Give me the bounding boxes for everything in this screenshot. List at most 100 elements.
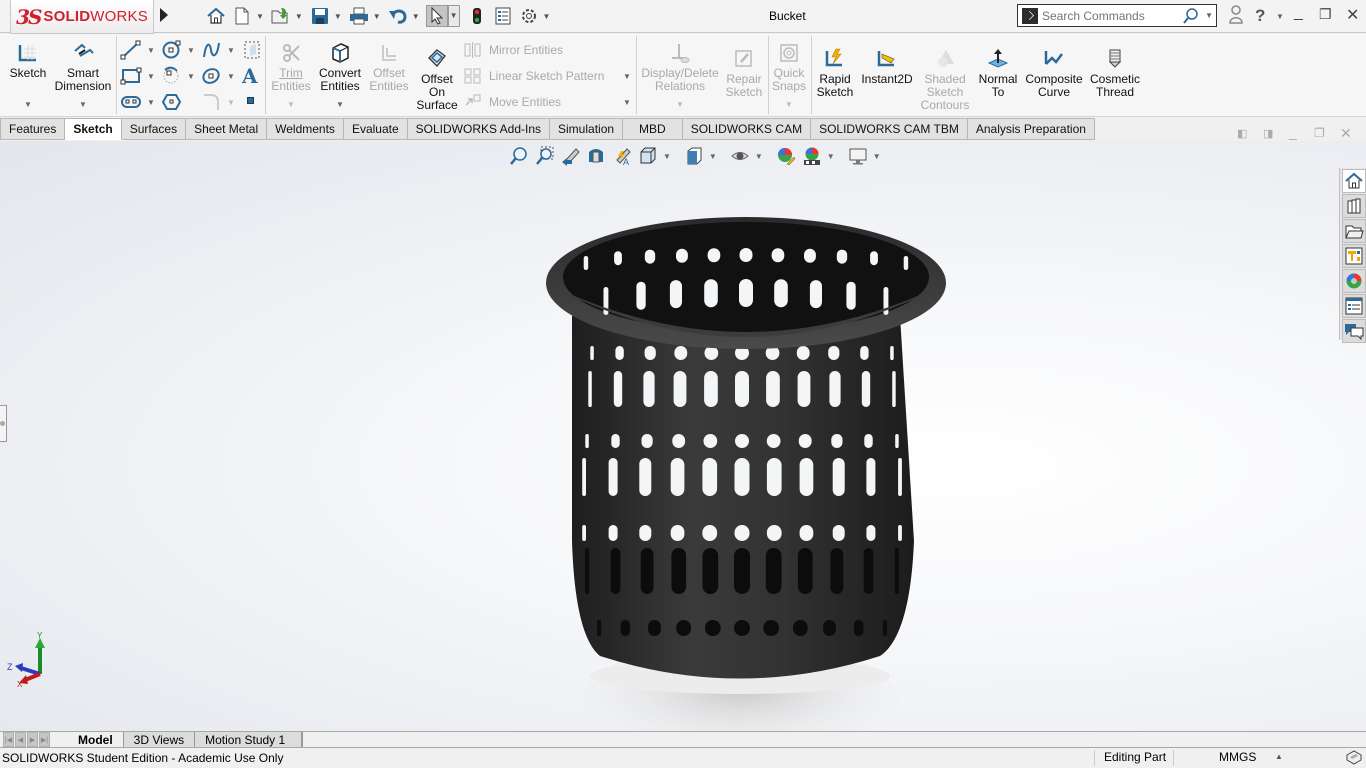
- options-dropdown-icon[interactable]: ▼: [543, 12, 551, 21]
- plane-icon[interactable]: [242, 40, 262, 63]
- arc-dropdown-icon[interactable]: ▼: [187, 72, 195, 81]
- spline-icon[interactable]: [201, 40, 223, 63]
- convert-entities-button[interactable]: Convert Entities ▼: [316, 42, 364, 111]
- save-dropdown-icon[interactable]: ▼: [334, 12, 342, 21]
- design-library-icon[interactable]: [1342, 194, 1366, 218]
- tab-sheet-metal[interactable]: Sheet Metal: [186, 118, 268, 140]
- unit-system-up-icon[interactable]: ▲: [1275, 752, 1283, 761]
- tab-surfaces[interactable]: Surfaces: [121, 118, 187, 140]
- tab-motion-study-1[interactable]: Motion Study 1: [195, 732, 303, 747]
- composite-curve-button[interactable]: Composite Curve: [1024, 48, 1084, 99]
- fillet-icon[interactable]: [201, 92, 223, 115]
- undo-dropdown-icon[interactable]: ▼: [412, 12, 420, 21]
- trim-entities-button[interactable]: Trim Entities ▼: [270, 42, 312, 111]
- minimize-icon[interactable]: _: [1294, 4, 1303, 22]
- edit-appearance-icon[interactable]: [775, 146, 797, 166]
- next-tab-icon[interactable]: ▶: [27, 732, 38, 747]
- forum-icon[interactable]: [1342, 319, 1366, 343]
- new-document-icon[interactable]: [231, 5, 253, 27]
- rectangle-dropdown-icon[interactable]: ▼: [147, 72, 155, 81]
- quick-snaps-button[interactable]: Quick Snaps ▼: [771, 42, 807, 111]
- close-icon[interactable]: ✕: [1346, 5, 1359, 25]
- search-commands[interactable]: ▼: [1017, 4, 1217, 27]
- print-dropdown-icon[interactable]: ▼: [373, 12, 381, 21]
- instant2d-button[interactable]: Instant2D: [860, 48, 914, 86]
- view-settings-dropdown-icon[interactable]: ▼: [873, 152, 881, 161]
- customize-status-icon[interactable]: [1345, 749, 1363, 768]
- tile-right-icon[interactable]: ◨: [1263, 127, 1273, 140]
- search-dropdown-icon[interactable]: ▼: [1205, 11, 1213, 20]
- view-settings-icon[interactable]: [847, 146, 869, 166]
- solidworks-resources-icon[interactable]: [1342, 169, 1366, 193]
- offset-entities-button[interactable]: Offset Entities: [368, 42, 410, 93]
- fillet-dropdown-icon[interactable]: ▼: [227, 98, 235, 107]
- apply-scene-dropdown-icon[interactable]: ▼: [827, 152, 835, 161]
- search-input[interactable]: [1042, 8, 1182, 23]
- tab-addins[interactable]: SOLIDWORKS Add-Ins: [407, 118, 551, 140]
- bucket-model[interactable]: [0, 141, 1366, 731]
- help-dropdown-icon[interactable]: ▼: [1276, 12, 1284, 21]
- polygon-icon[interactable]: [161, 92, 183, 115]
- prev-tab-icon[interactable]: ◀: [15, 732, 26, 747]
- display-delete-relations-button[interactable]: Display/Delete Relations ▼: [640, 42, 720, 111]
- linear-pattern-dropdown-icon[interactable]: ▼: [623, 72, 631, 81]
- expand-menu-arrow-icon[interactable]: [160, 8, 168, 22]
- doc-restore-icon[interactable]: ❐: [1314, 126, 1325, 140]
- zoom-to-area-icon[interactable]: [533, 146, 555, 166]
- ellipse-icon[interactable]: [201, 66, 223, 89]
- tab-features[interactable]: Features: [0, 118, 66, 140]
- apply-scene-icon[interactable]: [801, 146, 823, 166]
- tab-cam-tbm[interactable]: SOLIDWORKS CAM TBM: [811, 118, 968, 140]
- search-icon[interactable]: [1182, 7, 1200, 28]
- rapid-sketch-button[interactable]: Rapid Sketch: [815, 48, 855, 99]
- display-style-icon[interactable]: [683, 146, 705, 166]
- appearances-scenes-icon[interactable]: [1342, 269, 1366, 293]
- ellipse-dropdown-icon[interactable]: ▼: [227, 72, 235, 81]
- slot-arc-icon[interactable]: [161, 66, 183, 89]
- save-icon[interactable]: [309, 5, 331, 27]
- move-dropdown-icon[interactable]: ▼: [623, 98, 631, 107]
- tab-evaluate[interactable]: Evaluate: [343, 118, 408, 140]
- options-icon[interactable]: [518, 5, 540, 27]
- tab-analysis-preparation[interactable]: Analysis Preparation: [967, 118, 1095, 140]
- solidworks-logo[interactable]: 3S SOLIDWORKS: [10, 0, 154, 34]
- new-dropdown-icon[interactable]: ▼: [256, 12, 264, 21]
- hide-show-items-icon[interactable]: [729, 146, 751, 166]
- last-tab-icon[interactable]: ▶|: [39, 732, 50, 747]
- view-palette-icon[interactable]: [1342, 244, 1366, 268]
- repair-sketch-button[interactable]: Repair Sketch: [722, 48, 766, 99]
- file-explorer-icon[interactable]: [1342, 219, 1366, 243]
- section-view-icon[interactable]: [585, 146, 607, 166]
- tab-sketch[interactable]: Sketch: [65, 118, 122, 140]
- trim-dropdown-icon[interactable]: ▼: [270, 98, 312, 111]
- select-icon[interactable]: [425, 5, 448, 27]
- hide-show-dropdown-icon[interactable]: ▼: [755, 152, 763, 161]
- point-icon[interactable]: [247, 97, 254, 104]
- rebuild-icon[interactable]: [466, 5, 488, 27]
- undo-icon[interactable]: [387, 5, 409, 27]
- smart-dimension-button[interactable]: Smart Dimension ▼: [54, 42, 112, 111]
- open-dropdown-icon[interactable]: ▼: [295, 12, 303, 21]
- tab-weldments[interactable]: Weldments: [267, 118, 344, 140]
- tab-mbd[interactable]: MBD: [623, 118, 683, 140]
- select-dropdown-icon[interactable]: ▼: [447, 5, 460, 27]
- sketch-button[interactable]: Sketch ▼: [8, 42, 48, 111]
- normal-to-button[interactable]: Normal To: [976, 48, 1020, 99]
- display-delete-dropdown-icon[interactable]: ▼: [640, 98, 720, 111]
- zoom-to-fit-icon[interactable]: [507, 146, 529, 166]
- circle-dropdown-icon[interactable]: ▼: [187, 46, 195, 55]
- doc-close-icon[interactable]: ✕: [1340, 125, 1352, 142]
- circle-icon[interactable]: [161, 40, 183, 63]
- first-tab-icon[interactable]: |◀: [3, 732, 14, 747]
- display-style-dropdown-icon[interactable]: ▼: [709, 152, 717, 161]
- mirror-entities-button[interactable]: Mirror Entities: [463, 41, 563, 59]
- linear-sketch-pattern-button[interactable]: Linear Sketch Pattern: [463, 67, 604, 85]
- view-orientation-dropdown-icon[interactable]: ▼: [663, 152, 671, 161]
- tab-3d-views[interactable]: 3D Views: [123, 732, 196, 747]
- text-icon[interactable]: A: [242, 66, 258, 86]
- sketch-dropdown-icon[interactable]: ▼: [8, 98, 48, 111]
- home-icon[interactable]: [205, 5, 227, 27]
- convert-dropdown-icon[interactable]: ▼: [316, 98, 364, 111]
- tab-model[interactable]: Model: [72, 732, 124, 747]
- custom-properties-icon[interactable]: [1342, 294, 1366, 318]
